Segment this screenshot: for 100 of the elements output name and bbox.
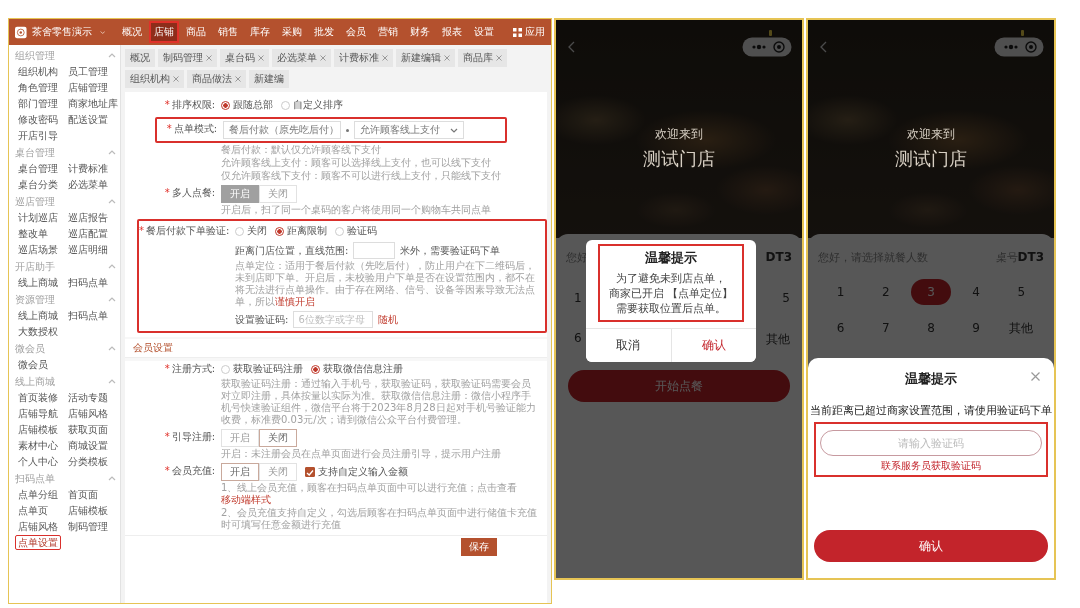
- nav-item[interactable]: 批发: [309, 21, 339, 43]
- sidebar-item[interactable]: 线上商城: [15, 275, 61, 290]
- radio-option[interactable]: 关闭: [235, 225, 267, 237]
- sidebar-item[interactable]: 员工管理: [65, 64, 111, 79]
- page-tab[interactable]: 制码管理: [158, 49, 217, 67]
- nav-item[interactable]: 店铺: [149, 21, 179, 43]
- radio-option[interactable]: 距离限制: [275, 225, 327, 237]
- sidebar-item[interactable]: 获取页面: [65, 422, 111, 437]
- sidebar-item[interactable]: 部门管理: [15, 96, 61, 111]
- sidebar-item[interactable]: 桌台分类: [15, 177, 61, 192]
- page-tab[interactable]: 商品做法: [187, 70, 246, 88]
- sidebar-item[interactable]: 必选菜单: [65, 177, 111, 192]
- sidebar-item[interactable]: 店铺导航: [15, 406, 61, 421]
- field-label: 会员充值:: [171, 465, 215, 476]
- code-input[interactable]: 6位数字或字母: [293, 311, 374, 328]
- sidebar-item[interactable]: 配送设置: [65, 112, 111, 127]
- sidebar-item[interactable]: 大数授权: [15, 324, 61, 339]
- sidebar-item[interactable]: 线上商城: [15, 308, 61, 323]
- sidebar-item[interactable]: 点单页: [15, 503, 51, 518]
- sidebar-item[interactable]: 巡店场景: [15, 242, 61, 257]
- radio-option[interactable]: 获取验证码注册: [221, 363, 303, 375]
- page-tab[interactable]: 新建编: [249, 70, 289, 88]
- sidebar-item[interactable]: 素材中心: [15, 438, 61, 453]
- checkbox-option[interactable]: 支持自定义输入金额: [305, 466, 408, 478]
- page-tab[interactable]: 概况: [125, 49, 155, 67]
- dialog-message-line: 需要获取位置后点单。: [615, 301, 727, 316]
- sidebar-item[interactable]: 微会员: [15, 357, 51, 372]
- required-mark: *: [164, 431, 170, 442]
- sidebar-item[interactable]: 点单分组: [15, 487, 61, 502]
- sidebar-item[interactable]: 巡店明细: [65, 242, 111, 257]
- nav-item[interactable]: 设置: [469, 21, 499, 43]
- toggle-option[interactable]: 关闭: [259, 429, 297, 447]
- sidebar-item[interactable]: 计划巡店: [15, 210, 61, 225]
- sidebar-item[interactable]: 开店引导: [15, 128, 61, 143]
- select-field[interactable]: 允许顾客线上支付: [354, 121, 464, 139]
- confirm-button[interactable]: 确认: [814, 530, 1048, 562]
- nav-item[interactable]: 报表: [437, 21, 467, 43]
- sidebar-item[interactable]: 计费标准: [65, 161, 111, 176]
- nav-item[interactable]: 概况: [117, 21, 147, 43]
- page-tab[interactable]: 桌台码: [220, 49, 269, 67]
- note-text: 2、会员充值支持自定义，勾选后顾客在扫码点单页面中进行储值卡充值时可填写任意金额进行充值: [221, 507, 539, 531]
- contact-staff-link[interactable]: 联系服务员获取验证码: [881, 459, 981, 473]
- sidebar-group-title: 桌台管理: [15, 145, 55, 160]
- sidebar-item[interactable]: 个人中心: [15, 454, 61, 469]
- page-tab[interactable]: 必选菜单: [272, 49, 331, 67]
- page-tab[interactable]: 新建编辑: [396, 49, 455, 67]
- select-field[interactable]: 餐后付款（原先吃后付）: [223, 121, 341, 139]
- sidebar-item[interactable]: 店铺模板: [65, 503, 111, 518]
- sidebar-item[interactable]: 店铺风格: [65, 406, 111, 421]
- sidebar-item[interactable]: 点单设置: [15, 535, 61, 550]
- field-label: 距离门店位置，直线范围:: [235, 244, 349, 257]
- sidebar-item[interactable]: 制码管理: [65, 519, 111, 534]
- confirm-button[interactable]: 确认: [670, 329, 756, 362]
- required-mark: *: [139, 225, 144, 236]
- radio-option[interactable]: 获取微信信息注册: [311, 363, 403, 375]
- sidebar-item[interactable]: 组织机构: [15, 64, 61, 79]
- radio-option[interactable]: 验证码: [335, 225, 377, 237]
- style-link[interactable]: 移动端样式: [221, 494, 271, 505]
- sidebar-item[interactable]: 扫码点单: [65, 308, 111, 323]
- nav-item[interactable]: 库存: [245, 21, 275, 43]
- dialog-title: 温馨提示: [644, 249, 698, 267]
- nav-item[interactable]: 会员: [341, 21, 371, 43]
- sidebar-item[interactable]: 活动专题: [65, 390, 111, 405]
- sidebar-item[interactable]: 分类模板: [65, 454, 111, 469]
- sidebar-item[interactable]: 店铺模板: [15, 422, 61, 437]
- nav-item[interactable]: 采购: [277, 21, 307, 43]
- nav-item[interactable]: 营销: [373, 21, 403, 43]
- save-button[interactable]: 保存: [461, 538, 497, 556]
- sidebar-item[interactable]: 首页装修: [15, 390, 61, 405]
- apps-menu[interactable]: 应用: [513, 25, 545, 39]
- radio-option[interactable]: 跟随总部: [221, 99, 273, 111]
- nav-item[interactable]: 销售: [213, 21, 243, 43]
- sidebar-item[interactable]: 巡店配置: [65, 226, 111, 241]
- sidebar-item[interactable]: 角色管理: [15, 80, 61, 95]
- page-tab[interactable]: 商品库: [458, 49, 507, 67]
- sidebar-item[interactable]: 巡店报告: [65, 210, 111, 225]
- toggle-option[interactable]: 开启: [221, 463, 259, 481]
- sidebar-item[interactable]: 整改单: [15, 226, 51, 241]
- sidebar-item[interactable]: 修改密码: [15, 112, 61, 127]
- required-mark: *: [164, 465, 170, 476]
- page-tab[interactable]: 组织机构: [125, 70, 184, 88]
- sidebar-item[interactable]: 商家地址库: [65, 96, 121, 111]
- distance-input[interactable]: [353, 242, 396, 259]
- caution-link[interactable]: 谨慎开启: [275, 296, 315, 307]
- page-tab[interactable]: 计费标准: [334, 49, 393, 67]
- sidebar-item[interactable]: 店铺管理: [65, 80, 111, 95]
- sidebar-item[interactable]: 桌台管理: [15, 161, 61, 176]
- sidebar-item[interactable]: 首页面: [65, 487, 101, 502]
- radio-option[interactable]: 自定义排序: [281, 99, 343, 111]
- random-link[interactable]: 随机: [378, 313, 399, 326]
- sidebar-item[interactable]: 商城设置: [65, 438, 111, 453]
- table-number: DT3: [765, 250, 792, 265]
- sidebar-group-title: 组织管理: [15, 48, 55, 63]
- close-icon[interactable]: [1031, 372, 1040, 381]
- nav-item[interactable]: 商品: [181, 21, 211, 43]
- sidebar-item[interactable]: 扫码点单: [65, 275, 111, 290]
- nav-item[interactable]: 财务: [405, 21, 435, 43]
- back-icon: [820, 41, 827, 53]
- close-icon: [320, 55, 326, 61]
- sidebar-item[interactable]: 店铺风格: [15, 519, 61, 534]
